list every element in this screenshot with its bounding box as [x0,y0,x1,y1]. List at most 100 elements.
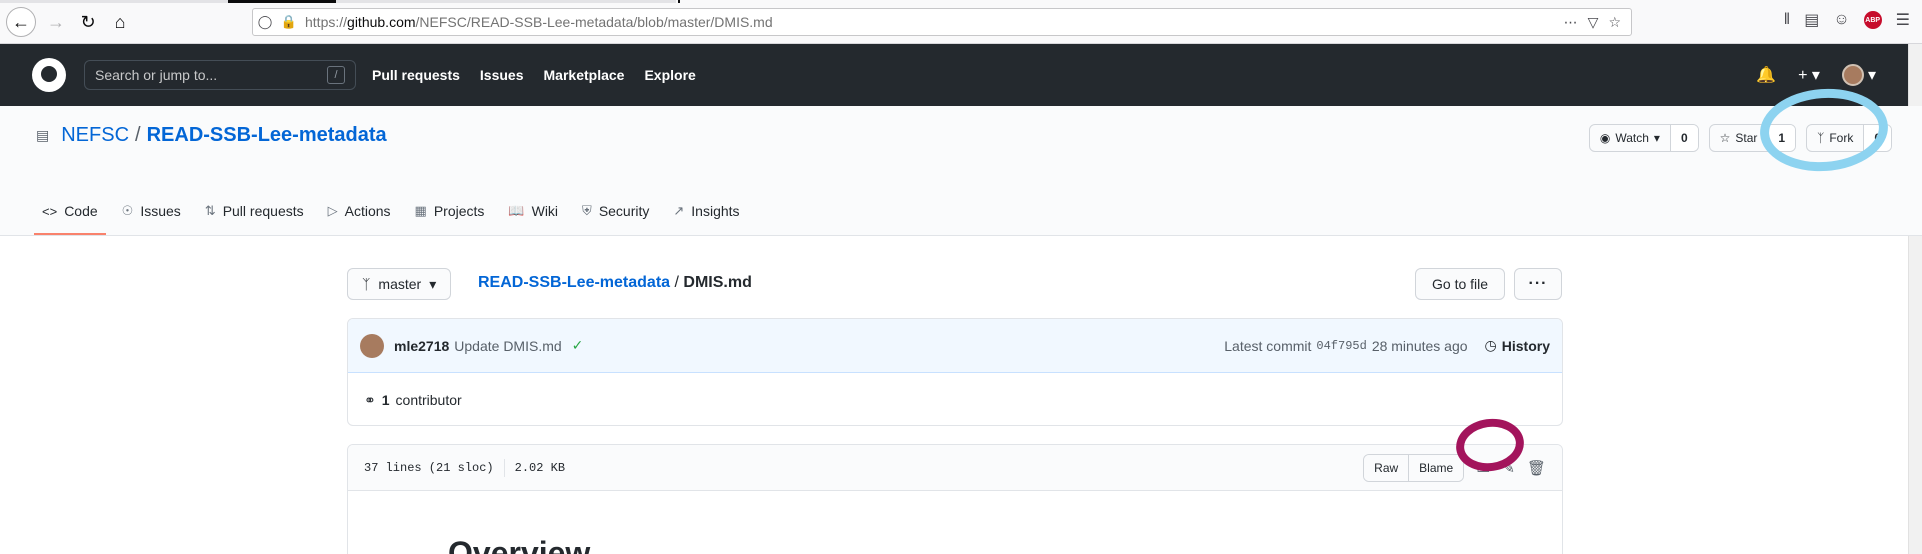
latest-commit-row: mle2718 Update DMIS.md ✓ Latest commit 0… [348,319,1562,373]
star-icon: ☆ [1719,131,1731,145]
people-icon: ⚭ [364,391,376,408]
contributors-row[interactable]: ⚭ 1 contributor [348,373,1562,425]
url-text[interactable]: https://github.com/NEFSC/READ-SSB-Lee-me… [305,14,773,30]
book-icon: 📖 [508,203,525,218]
home-button[interactable]: ⌂ [106,8,134,36]
trash-icon[interactable]: 🗑 [1527,459,1546,477]
pull-request-icon: ⇅ [204,203,216,218]
issue-icon: ☉ [121,203,134,218]
file-size: 2.02 KB [514,460,566,475]
commit-sha[interactable]: 04f795d [1316,339,1366,353]
pocket-icon[interactable]: ▽ [1588,14,1599,31]
check-icon[interactable]: ✓ [572,337,584,354]
lock-icon[interactable]: 🔒 [277,14,301,30]
repo-title: ▤ NEFSC / READ-SSB-Lee-metadata [36,124,387,147]
repo-title-separator: / [135,124,141,146]
commit-author[interactable]: mle2718 [394,338,449,354]
watch-count[interactable]: 0 [1670,125,1698,151]
repo-owner-link[interactable]: NEFSC [61,124,129,147]
tab-security[interactable]: ⛨ Security [574,189,657,235]
blame-button[interactable]: Blame [1408,454,1464,481]
caret-down-icon: ▾ [429,275,437,292]
browser-toolbar: ← → ↻ ⌂ ◯ 🔒 https://github.com/NEFSC/REA… [0,0,1922,44]
tab-wiki[interactable]: 📖 Wiki [500,189,566,235]
bookmark-star-icon[interactable]: ☆ [1608,14,1621,31]
user-menu[interactable]: ▾ [1841,64,1876,86]
file-header: 37 lines (21 sloc) 2.02 KB Raw Blame ▭ ✎… [348,445,1562,491]
avatar[interactable] [360,333,384,358]
more-options-button[interactable]: ··· [1514,268,1562,300]
repo-name-link[interactable]: READ-SSB-Lee-metadata [147,124,387,147]
contributors-count: 1 [381,392,390,408]
shield-icon: ⛨ [582,203,592,218]
repo-icon: ▤ [36,127,50,143]
menu-icon[interactable]: ☰ [1896,10,1910,30]
back-button[interactable]: ← [6,7,36,37]
file-view-buttons: Raw Blame [1363,453,1465,482]
account-icon[interactable]: ☺ [1833,11,1849,29]
forward-button[interactable]: → [42,8,70,36]
breadcrumb-separator: / [674,274,679,291]
nav-explore[interactable]: Explore [644,67,695,83]
watch-button[interactable]: ◉ Watch ▾ [1590,125,1671,151]
tab-pull-requests[interactable]: ⇅ Pull requests [197,189,312,235]
reload-button[interactable]: ↻ [74,8,102,36]
tab-actions[interactable]: ▷ Actions [320,189,399,235]
graph-icon: ↗ [673,203,685,218]
commit-time: 28 minutes ago [1371,337,1468,354]
repo-header: ▤ NEFSC / READ-SSB-Lee-metadata ◉ Watch ▾ … [0,106,1922,236]
tab-issues[interactable]: ☉ Issues [114,189,189,235]
raw-button[interactable]: Raw [1364,454,1409,481]
contributors-label: contributor [395,392,462,408]
main-content: ᛉ master ▾ READ-SSB-Lee-metadata / DMIS.… [0,236,1922,554]
divider [503,458,505,477]
nav-marketplace[interactable]: Marketplace [544,67,625,83]
go-to-file-button[interactable]: Go to file [1415,268,1506,300]
commit-message[interactable]: Update DMIS.md [454,338,561,354]
history-link[interactable]: ◷ History [1485,337,1550,354]
tab-insights[interactable]: ↗ Insights [665,189,747,235]
file-box: 37 lines (21 sloc) 2.02 KB Raw Blame ▭ ✎… [347,444,1563,554]
branch-icon: ᛉ [362,276,371,292]
tab-strip [0,0,1922,3]
bell-icon[interactable]: 🔔 [1756,65,1776,85]
create-new-dropdown[interactable]: + ▾ [1798,65,1820,85]
code-icon: <> [42,203,58,219]
github-header: Search or jump to... / Pull requests Iss… [0,44,1922,106]
content-heading: Overview [448,535,591,554]
nav-issues[interactable]: Issues [480,67,524,83]
caret-down-icon: ▾ [1867,67,1876,84]
forward-arrow-icon: → [47,11,65,32]
avatar [1841,64,1864,86]
search-input[interactable]: Search or jump to... / [84,60,356,90]
breadcrumb-filename: DMIS.md [683,274,752,291]
page-actions-icon[interactable]: ⋯ [1564,14,1578,31]
adblock-icon[interactable]: ABP [1863,11,1882,29]
breadcrumb: READ-SSB-Lee-metadata / DMIS.md [478,274,752,292]
branch-name: master [378,276,422,292]
global-nav: Pull requests Issues Marketplace Explore [372,67,696,83]
commit-box: mle2718 Update DMIS.md ✓ Latest commit 0… [347,318,1563,426]
caret-down-icon: ▾ [1653,131,1660,145]
nav-pull-requests[interactable]: Pull requests [372,67,460,83]
watch-button-group: ◉ Watch ▾ 0 [1588,124,1699,152]
back-arrow-icon: ← [12,11,30,32]
github-logo-icon[interactable] [32,58,66,92]
file-content: Overview [348,491,1562,554]
search-shortcut-key: / [327,66,345,84]
tab-code[interactable]: <> Code [34,189,106,235]
history-icon: ◷ [1484,337,1497,353]
breadcrumb-repo-link[interactable]: READ-SSB-Lee-metadata [478,274,670,291]
latest-commit-label: Latest commit [1224,337,1312,354]
reload-icon: ↻ [80,11,96,32]
file-line-count: 37 lines (21 sloc) [364,460,494,475]
search-placeholder: Search or jump to... [95,67,218,83]
repo-tabs: <> Code ☉ Issues ⇅ Pull requests ▷ Actions ▦… [34,189,756,235]
shield-icon[interactable]: ◯ [253,14,277,30]
library-icon[interactable]: ‖ [1784,11,1791,29]
branch-selector[interactable]: ᛉ master ▾ [347,268,452,300]
url-bar[interactable]: ◯ 🔒 https://github.com/NEFSC/READ-SSB-Le… [252,8,1632,36]
tab-projects[interactable]: ▦ Projects [407,189,493,235]
sidebar-icon[interactable]: ▤ [1804,10,1819,30]
project-icon: ▦ [414,203,427,218]
